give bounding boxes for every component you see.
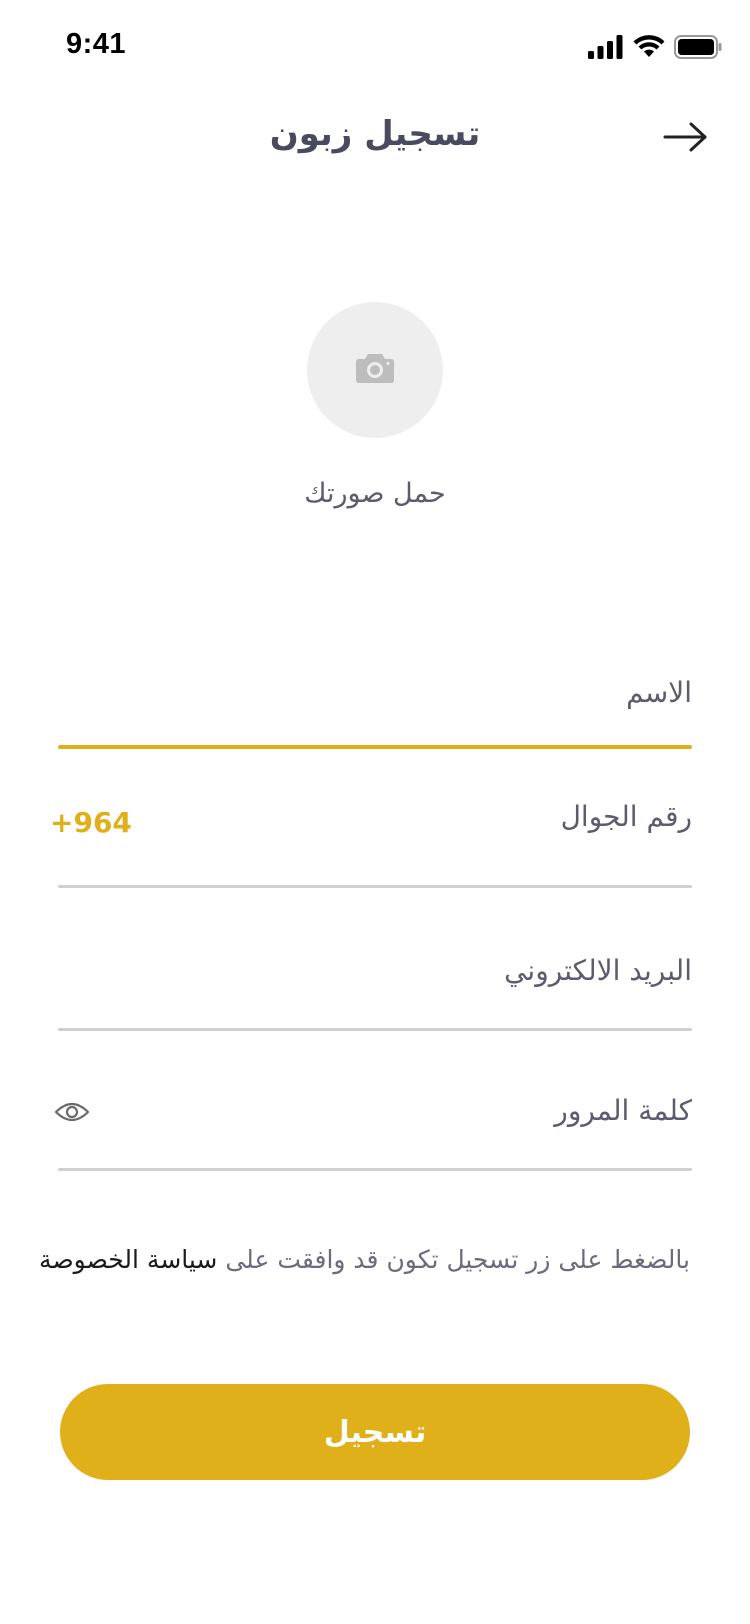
country-code[interactable]: +964 bbox=[50, 806, 132, 839]
email-field[interactable]: البريد الالكتروني bbox=[58, 954, 692, 1034]
status-bar: 9:41 bbox=[0, 0, 750, 94]
email-field-underline bbox=[58, 1028, 692, 1031]
cellular-signal-icon bbox=[588, 35, 624, 59]
arrow-right-icon bbox=[663, 121, 709, 157]
name-field-underline bbox=[58, 745, 692, 749]
register-button[interactable]: تسجيل bbox=[60, 1384, 690, 1480]
camera-icon bbox=[355, 352, 395, 388]
password-field-underline bbox=[58, 1168, 692, 1171]
page-title: تسجيل زبون bbox=[269, 114, 481, 154]
status-time: 9:41 bbox=[66, 28, 127, 60]
terms-text: بالضغط على زر تسجيل تكون قد وافقت على سي… bbox=[39, 1245, 690, 1274]
phone-field-underline bbox=[58, 885, 692, 888]
wifi-icon bbox=[633, 35, 665, 59]
battery-icon bbox=[674, 35, 722, 59]
phone-field[interactable]: رقم الجوال +964 bbox=[50, 800, 692, 892]
name-field[interactable]: الاسم bbox=[58, 676, 692, 752]
avatar-upload-label: حمل صورتك bbox=[304, 478, 446, 509]
back-button[interactable] bbox=[658, 114, 714, 164]
terms-prefix: بالضغط على زر تسجيل تكون قد وافقت على bbox=[225, 1245, 690, 1274]
eye-icon bbox=[54, 1100, 90, 1128]
avatar-upload-button[interactable] bbox=[307, 302, 443, 438]
name-field-label: الاسم bbox=[626, 676, 692, 709]
register-customer-screen: 9:41 تسجيل زبون حمل صورتك الاسم رقم الجو… bbox=[0, 0, 750, 1624]
password-field[interactable]: كلمة المرور bbox=[54, 1094, 692, 1174]
header: تسجيل زبون bbox=[0, 100, 750, 180]
status-icons bbox=[588, 32, 722, 62]
phone-field-label: رقم الجوال bbox=[560, 800, 692, 833]
password-field-label: كلمة المرور bbox=[554, 1094, 692, 1127]
email-field-label: البريد الالكتروني bbox=[504, 954, 692, 987]
privacy-policy-link[interactable]: سياسة الخصوصة bbox=[39, 1245, 217, 1274]
show-password-button[interactable] bbox=[52, 1098, 92, 1130]
